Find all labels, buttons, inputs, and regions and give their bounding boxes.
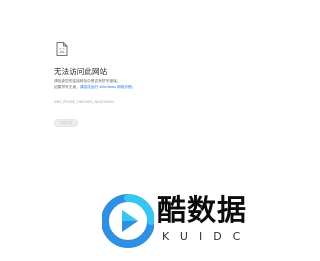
error-message-suffix: 。 [131,85,136,89]
error-page: 无法访问此网站 请检查您的连接网址中是否有拼写错误。 如果拼写无误，请尝试运行 … [0,0,273,261]
network-diagnostics-link[interactable]: 请尝试运行 Windows 网络诊断 [80,85,132,89]
watermark-title: 酷数据 [157,193,248,227]
error-title: 无法访问此网站 [54,67,108,76]
details-button[interactable]: 详细信息 [54,119,78,127]
kuidc-play-logo-icon [102,194,154,248]
watermark-subtitle: KUIDC [162,230,252,243]
error-message-line-1: 请检查您的连接网址中是否有拼写错误。 [54,79,121,83]
error-message-line-2: 如果拼写无误，请尝试运行 Windows 网络诊断。 [54,85,136,90]
error-code: DNS_PROBE_FINISHED_NXDOMAIN [54,100,114,104]
sad-document-icon [56,42,68,56]
watermark: 酷数据 KUIDC [102,192,262,252]
error-message-prefix: 如果拼写无误， [54,85,80,89]
